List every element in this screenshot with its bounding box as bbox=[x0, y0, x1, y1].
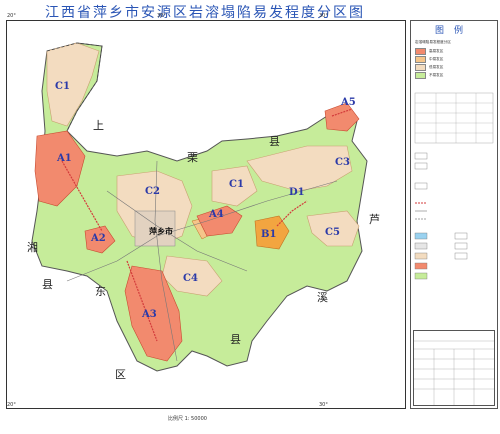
zone-label: C5 bbox=[325, 227, 340, 238]
legend-swatch bbox=[415, 55, 426, 63]
zone-label: C4 bbox=[183, 273, 198, 284]
legend-item-label: 岩溶塌陷易发程度分区 bbox=[415, 39, 451, 44]
map-title: 江西省萍乡市安源区岩溶塌陷易发程度分区图 bbox=[45, 5, 365, 21]
region-label: 溪 bbox=[317, 291, 328, 304]
region-label: 上 bbox=[93, 119, 104, 132]
legend-item: 岩溶塌陷易发程度分区 bbox=[415, 39, 451, 45]
tick-top-left: 20° bbox=[7, 13, 16, 19]
zone-label: A4 bbox=[209, 209, 224, 220]
legend-item-label: 低易发区 bbox=[429, 64, 444, 69]
zone-label: C1 bbox=[55, 81, 70, 92]
zone-label: C1 bbox=[229, 179, 244, 190]
zone-label: C3 bbox=[335, 157, 350, 168]
legend-item: 不易发区 bbox=[415, 71, 444, 79]
tick-top-mid: 30° bbox=[157, 13, 166, 19]
map-canvas bbox=[31, 42, 368, 372]
legend-item: 低易发区 bbox=[415, 63, 444, 71]
legend-title: 图例 bbox=[434, 26, 473, 36]
scale-label: 比例尺 1: 50000 bbox=[168, 416, 207, 422]
tick-bottom-right: 30° bbox=[319, 402, 328, 408]
zone-label: A5 bbox=[341, 97, 356, 108]
map-frame: 20° 30° 30° 20° 30° 上 栗 县 芦 溪 县 区 东 湘 县 … bbox=[6, 13, 406, 409]
zone-label: A3 bbox=[142, 309, 157, 320]
tick-bottom-left: 20° bbox=[7, 402, 16, 408]
zone-label: A2 bbox=[91, 233, 106, 244]
city-label: 萍乡市 bbox=[149, 227, 173, 236]
region-label: 县 bbox=[269, 135, 280, 148]
legend-swatch bbox=[415, 63, 426, 71]
legend-item-label: 不易发区 bbox=[429, 72, 444, 77]
region-label: 县 bbox=[42, 278, 53, 291]
tick-top-right: 30° bbox=[319, 13, 328, 19]
zone-label: B1 bbox=[261, 229, 277, 240]
legend-swatch bbox=[415, 47, 426, 55]
region-label: 东 bbox=[95, 285, 106, 298]
legend-item-label: 高易发区 bbox=[429, 48, 444, 53]
zone-label: C2 bbox=[145, 186, 160, 197]
zone-label: D1 bbox=[289, 187, 305, 198]
legend-item: 高易发区 bbox=[415, 47, 444, 55]
region-label: 芦 bbox=[369, 213, 380, 226]
region-label: 县 bbox=[230, 333, 241, 346]
legend-item: 中易发区 bbox=[415, 55, 444, 63]
region-label: 栗 bbox=[187, 151, 198, 164]
region-label: 区 bbox=[115, 368, 126, 381]
legend-swatch bbox=[415, 71, 426, 79]
title-block-grid bbox=[414, 340, 494, 405]
zone-label: A1 bbox=[57, 153, 72, 164]
region-label: 湘 bbox=[27, 241, 38, 254]
legend-item-label: 中易发区 bbox=[429, 56, 444, 61]
title-block bbox=[413, 330, 495, 406]
